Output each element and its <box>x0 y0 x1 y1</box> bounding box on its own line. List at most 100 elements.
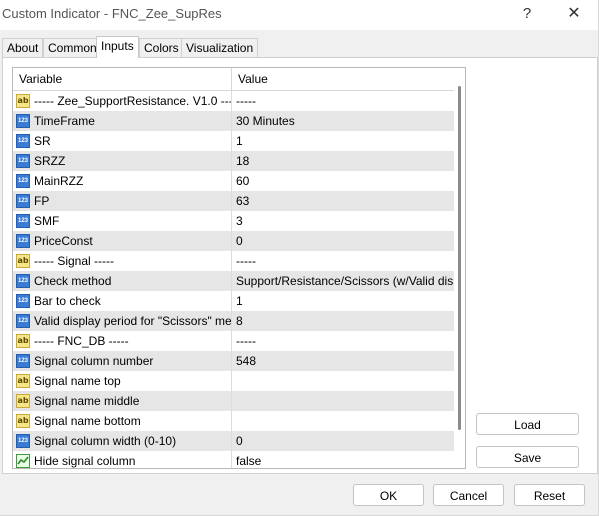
value-cell[interactable]: ----- <box>232 91 454 111</box>
table-row[interactable]: ab Signal name middle <box>13 391 454 411</box>
boolean-icon <box>16 454 30 468</box>
value-cell[interactable]: 8 <box>232 311 454 331</box>
value-cell[interactable] <box>232 371 454 391</box>
table-row[interactable]: 123 SR 1 <box>13 131 454 151</box>
column-header-variable[interactable]: Variable <box>13 68 232 90</box>
value-cell[interactable]: false <box>232 451 454 468</box>
variable-cell: 123 Signal column number <box>13 351 232 371</box>
grid-header: Variable Value <box>13 68 454 91</box>
variable-label: FP <box>34 194 50 208</box>
table-row[interactable]: 123 PriceConst 0 <box>13 231 454 251</box>
variable-cell: 123 Check method <box>13 271 232 291</box>
variable-cell: 123 PriceConst <box>13 231 232 251</box>
table-row[interactable]: 123 FP 63 <box>13 191 454 211</box>
variable-cell: ab ----- FNC_DB ----- <box>13 331 232 351</box>
number-icon: 123 <box>16 434 30 448</box>
table-row[interactable]: ab ----- Signal ----- ----- <box>13 251 454 271</box>
variable-label: PriceConst <box>34 234 93 248</box>
value-cell[interactable]: Support/Resistance/Scissors (w/Valid dis… <box>232 271 454 291</box>
variable-cell: ab ----- Signal ----- <box>13 251 232 271</box>
table-row[interactable]: 123 Check method Support/Resistance/Scisso… <box>13 271 454 291</box>
scrollbar-thumb[interactable] <box>458 86 461 430</box>
value-cell[interactable]: 3 <box>232 211 454 231</box>
tab-inputs[interactable]: Inputs <box>96 36 139 58</box>
variable-cell: ab Signal name bottom <box>13 411 232 431</box>
value-cell[interactable]: 18 <box>232 151 454 171</box>
number-icon: 123 <box>16 154 30 168</box>
number-icon: 123 <box>16 214 30 228</box>
number-icon: 123 <box>16 134 30 148</box>
variable-label: Signal column number <box>34 354 154 368</box>
table-row[interactable]: 123 Signal column width (0-10) 0 <box>13 431 454 451</box>
string-icon: ab <box>16 394 30 408</box>
tab-visualization[interactable]: Visualization <box>181 38 259 58</box>
variable-cell: 123 SRZZ <box>13 151 232 171</box>
variable-label: Valid display period for "Scissors" met.… <box>34 314 232 328</box>
variable-label: Signal column width (0-10) <box>34 434 177 448</box>
variable-cell: 123 SR <box>13 131 232 151</box>
value-cell[interactable]: ----- <box>232 251 454 271</box>
save-button[interactable]: Save <box>476 446 579 468</box>
string-icon: ab <box>16 94 30 108</box>
reset-button[interactable]: Reset <box>514 484 585 506</box>
table-row[interactable]: 123 Bar to check 1 <box>13 291 454 311</box>
number-icon: 123 <box>16 314 30 328</box>
value-cell[interactable] <box>232 411 454 431</box>
cancel-button[interactable]: Cancel <box>433 484 504 506</box>
tab-colors[interactable]: Colors <box>139 38 184 58</box>
inputs-grid: Variable Value ab ----- Zee_SupportResist… <box>12 67 466 469</box>
string-icon: ab <box>16 334 30 348</box>
number-icon: 123 <box>16 234 30 248</box>
value-cell[interactable] <box>232 391 454 411</box>
variable-label: Signal name top <box>34 374 121 388</box>
value-cell[interactable]: 1 <box>232 131 454 151</box>
value-cell[interactable]: 548 <box>232 351 454 371</box>
variable-label: SRZZ <box>34 154 66 168</box>
number-icon: 123 <box>16 354 30 368</box>
value-cell[interactable]: 0 <box>232 231 454 251</box>
variable-label: SMF <box>34 214 60 228</box>
value-cell[interactable]: 60 <box>232 171 454 191</box>
variable-cell: 123 MainRZZ <box>13 171 232 191</box>
vertical-scrollbar[interactable] <box>454 68 465 468</box>
column-header-value[interactable]: Value <box>232 68 453 90</box>
variable-label: Signal name bottom <box>34 414 141 428</box>
variable-label: ----- Zee_SupportResistance. V1.0 ----- <box>34 94 232 108</box>
string-icon: ab <box>16 414 30 428</box>
table-row[interactable]: ab ----- Zee_SupportResistance. V1.0 ----… <box>13 91 454 111</box>
number-icon: 123 <box>16 114 30 128</box>
value-cell[interactable]: 1 <box>232 291 454 311</box>
close-icon[interactable]: ✕ <box>551 0 597 30</box>
value-cell[interactable]: 63 <box>232 191 454 211</box>
table-row[interactable]: 123 TimeFrame 30 Minutes <box>13 111 454 131</box>
value-cell[interactable]: 30 Minutes <box>232 111 454 131</box>
variable-label: MainRZZ <box>34 174 84 188</box>
ok-button[interactable]: OK <box>353 484 424 506</box>
table-row[interactable]: ab ----- FNC_DB ----- ----- <box>13 331 454 351</box>
table-row[interactable]: Hide signal column false <box>13 451 454 468</box>
table-row[interactable]: 123 SMF 3 <box>13 211 454 231</box>
variable-label: SR <box>34 134 51 148</box>
number-icon: 123 <box>16 194 30 208</box>
value-cell[interactable]: ----- <box>232 331 454 351</box>
variable-label: Signal name middle <box>34 394 140 408</box>
table-row[interactable]: ab Signal name bottom <box>13 411 454 431</box>
table-row[interactable]: 123 Signal column number 548 <box>13 351 454 371</box>
table-row[interactable]: 123 SRZZ 18 <box>13 151 454 171</box>
string-icon: ab <box>16 254 30 268</box>
grid-rows: ab ----- Zee_SupportResistance. V1.0 ----… <box>13 91 454 468</box>
value-cell[interactable]: 0 <box>232 431 454 451</box>
number-icon: 123 <box>16 174 30 188</box>
table-row[interactable]: 123 MainRZZ 60 <box>13 171 454 191</box>
variable-cell: 123 Bar to check <box>13 291 232 311</box>
table-row[interactable]: ab Signal name top <box>13 371 454 391</box>
variable-cell: 123 Signal column width (0-10) <box>13 431 232 451</box>
variable-cell: Hide signal column <box>13 451 232 468</box>
help-icon[interactable]: ? <box>504 0 550 30</box>
tab-about[interactable]: About <box>2 38 44 58</box>
load-button[interactable]: Load <box>476 413 579 435</box>
string-icon: ab <box>16 374 30 388</box>
tab-common[interactable]: Common <box>43 38 102 58</box>
variable-label: ----- Signal ----- <box>34 254 114 268</box>
table-row[interactable]: 123 Valid display period for "Scissors" m… <box>13 311 454 331</box>
